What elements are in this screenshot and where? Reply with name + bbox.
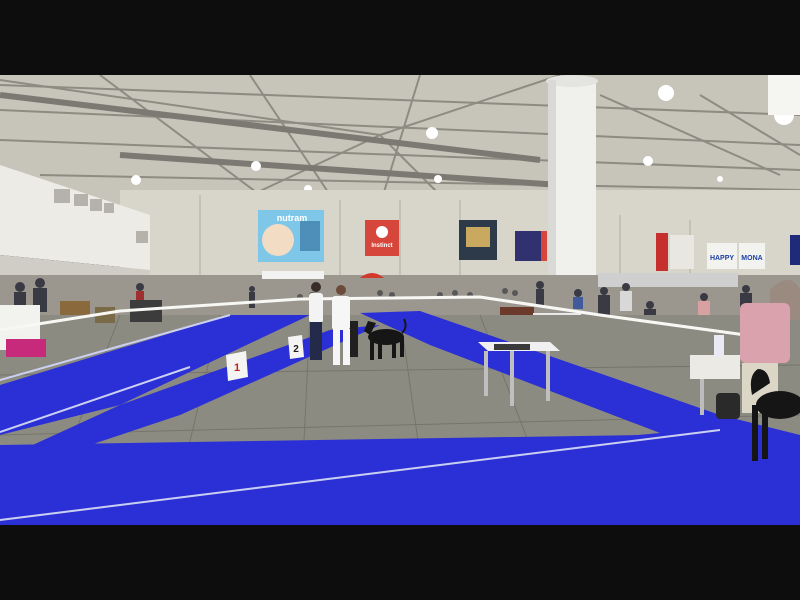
banner-instinct: Instinct	[365, 220, 399, 256]
wall-poster	[459, 220, 497, 260]
ring-number-card-1: 1	[226, 351, 248, 381]
handler-left	[309, 282, 323, 360]
dog-show-hall-photo: nutram Instinct HAPPY MONA 1 2	[0, 75, 800, 525]
svg-text:1: 1	[234, 362, 240, 374]
svg-text:2: 2	[293, 344, 299, 355]
svg-text:Instinct: Instinct	[371, 243, 392, 249]
banner-nutram: nutram	[258, 210, 324, 262]
photo-frame: nutram Instinct HAPPY MONA 1 2	[0, 0, 800, 600]
svg-text:MONA: MONA	[741, 255, 762, 262]
banner-happy: HAPPY	[707, 243, 737, 269]
banner-dark-blue	[515, 231, 547, 261]
svg-text:HAPPY: HAPPY	[710, 255, 734, 262]
ring-number-card-2: 2	[288, 335, 304, 359]
handbag	[716, 393, 740, 419]
banner-mona: MONA	[739, 243, 765, 269]
svg-text:nutram: nutram	[277, 213, 308, 223]
banner-right-red	[656, 233, 694, 271]
